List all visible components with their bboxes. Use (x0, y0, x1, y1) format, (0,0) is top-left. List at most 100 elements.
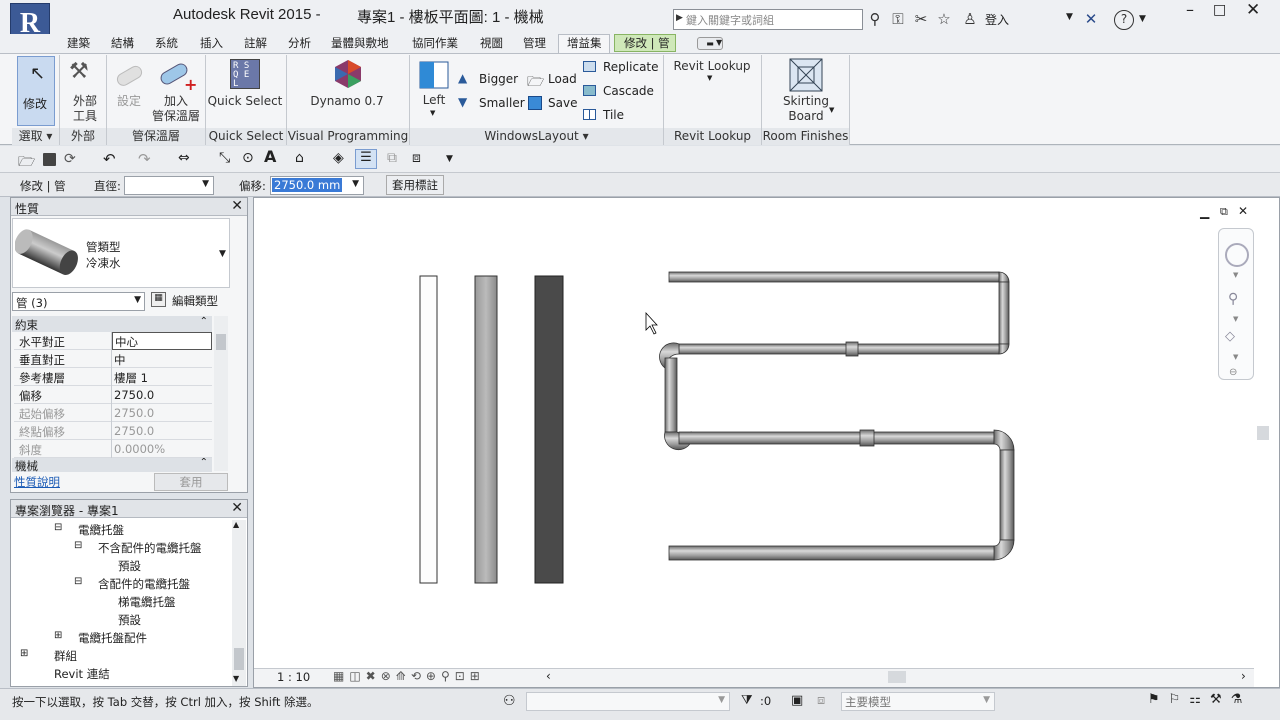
external-tools-button[interactable]: ⚒ 外部 工具 (65, 56, 103, 128)
tab-7[interactable]: 協同作業 (410, 35, 460, 51)
browser-scrollbar[interactable]: ▲ ▼ (232, 520, 246, 686)
tab-8[interactable]: 視圖 (478, 35, 505, 51)
exchange-apps-icon[interactable]: ✕ (1082, 10, 1100, 28)
tab-5[interactable]: 分析 (286, 35, 313, 51)
customize-qat-icon[interactable]: ▼ (446, 154, 453, 164)
maximize-window-icon[interactable]: □ (1213, 2, 1226, 18)
pipe-dark[interactable] (534, 275, 564, 584)
tab-2[interactable]: 系統 (153, 35, 180, 51)
quick-select-button[interactable]: R SQ EL Quick Select (207, 56, 283, 128)
property-row[interactable]: 水平對正 中心 (14, 332, 212, 350)
tab-4[interactable]: 註解 (242, 35, 269, 51)
section-icon[interactable]: ◈ (333, 150, 344, 166)
smaller-button[interactable]: ▼ Smaller (457, 95, 525, 111)
ribbon-toggle-dropdown-icon[interactable]: ▼ (716, 38, 722, 47)
3d-view-icon[interactable]: ⌂ (295, 150, 304, 166)
tab-6[interactable]: 量體與敷地 (329, 35, 391, 51)
tag-icon[interactable]: ⊙ (242, 150, 254, 166)
tab-0[interactable]: 建築 (65, 35, 92, 51)
revit-lookup-button[interactable]: Revit Lookup ▼ (665, 56, 759, 96)
property-row[interactable]: 偏移 2750.0 (14, 386, 212, 404)
instance-filter-select[interactable]: 管 (3) ▼ (12, 292, 145, 311)
tree-expander-icon[interactable]: ⊞ (20, 648, 28, 659)
edit-type-button[interactable]: ▦ 編輯類型 (151, 292, 231, 311)
layout-left-button[interactable]: Left ▼ (416, 57, 452, 123)
pipe-white[interactable] (419, 275, 438, 584)
property-value[interactable]: 中心 (112, 332, 212, 350)
subscription-icon[interactable]: ⚿ (889, 10, 907, 28)
property-value[interactable]: 2750.0 (114, 424, 154, 438)
tile-button[interactable]: Tile (582, 107, 632, 123)
load-layout-button[interactable]: 🗁 Load (527, 71, 579, 90)
browser-scroll-down-icon[interactable]: ▼ (233, 674, 239, 683)
tab-10[interactable]: 增益集 (565, 35, 604, 51)
property-row[interactable]: 終點偏移 2750.0 (14, 422, 212, 440)
property-row[interactable]: 斜度 0.0000% (14, 440, 212, 458)
property-value[interactable]: 2750.0 (114, 388, 154, 402)
property-row[interactable]: 起始偏移 2750.0 (14, 404, 212, 422)
tree-expander-icon[interactable]: ⊟ (74, 576, 82, 587)
browser-tree-item[interactable]: 群組 (54, 648, 77, 664)
group-constraints-header[interactable]: 約束 ⌃ (12, 316, 212, 332)
add-insulation-button[interactable]: + 加入 管保溫層 (150, 56, 202, 128)
panel-label-select[interactable]: 選取 ▾ (12, 128, 59, 145)
search-input[interactable]: ▶ 鍵入關鍵字或詞組 (673, 9, 863, 30)
save-icon[interactable] (43, 153, 56, 166)
tab-11[interactable]: 修改 | 管 (622, 35, 672, 51)
binoculars-icon[interactable]: ⚲ (866, 10, 884, 28)
type-selector[interactable]: 管類型 冷凍水 ▼ (12, 218, 230, 288)
undo-icon[interactable]: ↶ (103, 150, 116, 168)
close-properties-icon[interactable]: ✕ (231, 198, 243, 214)
bigger-button[interactable]: ▲ Bigger (457, 71, 519, 87)
close-browser-icon[interactable]: ✕ (231, 500, 243, 516)
browser-scroll-thumb[interactable] (234, 648, 244, 670)
cascade-button[interactable]: Cascade (582, 83, 654, 99)
browser-tree-item[interactable]: 預設 (118, 558, 141, 574)
browser-tree-item[interactable]: 梯電纜托盤 (118, 594, 176, 610)
property-value[interactable]: 樓層 1 (114, 370, 148, 386)
browser-tree-item[interactable]: 不含配件的電纜托盤 (98, 540, 202, 556)
property-row[interactable]: 垂直對正 中 (14, 350, 212, 368)
thin-lines-icon[interactable]: ☰ (355, 149, 377, 169)
open-icon[interactable]: 🗁 (18, 151, 35, 175)
modify-button[interactable]: ↖ 修改 (17, 56, 55, 126)
properties-scrollbar[interactable] (214, 316, 228, 471)
property-value[interactable]: 0.0000% (114, 442, 165, 456)
property-value[interactable]: 中 (114, 352, 126, 368)
view-horizontal-scroll-thumb[interactable] (888, 671, 906, 683)
apply-tag-button[interactable]: 套用標註 (386, 175, 444, 195)
communication-icon[interactable]: ✂ (912, 10, 930, 28)
tree-expander-icon[interactable]: ⊟ (54, 522, 62, 533)
aligned-dimension-icon[interactable]: ⤡ (219, 150, 230, 166)
browser-tree-item[interactable]: 含配件的電纜托盤 (98, 576, 190, 592)
design-option-select[interactable]: 主要模型 ▼ (841, 692, 995, 711)
scroll-right-icon[interactable]: › (1241, 669, 1246, 683)
browser-tree-item[interactable]: 電纜托盤配件 (78, 630, 147, 646)
panel-label-windows-layout[interactable]: WindowsLayout ▾ (410, 128, 663, 145)
browser-tree-item[interactable]: 電纜托盤 (78, 522, 124, 538)
tab-1[interactable]: 結構 (109, 35, 136, 51)
dynamo-button[interactable]: Dynamo 0.7 (288, 56, 406, 128)
skirting-board-button[interactable]: Skirting Board ▼ (775, 56, 837, 126)
editable-only-icon[interactable]: ▣ (791, 693, 803, 708)
group-mechanical-header[interactable]: 機械 ⌃ (12, 458, 212, 472)
selection-settings-icons[interactable]: ⚑⚐⚏⚒⚗ (1148, 692, 1251, 707)
help-dropdown-icon[interactable]: ▼ (1139, 14, 1146, 24)
properties-help-link[interactable]: 性質說明 (14, 474, 60, 490)
browser-tree-item[interactable]: 預設 (118, 612, 141, 628)
favorites-star-icon[interactable]: ☆ (935, 10, 953, 28)
search-expand-icon[interactable]: ▶ (676, 13, 683, 23)
scroll-left-icon[interactable]: ‹ (546, 669, 551, 683)
design-options-icon[interactable]: ⧈ (817, 693, 825, 708)
view-vertical-scroll-thumb[interactable] (1257, 426, 1269, 440)
browser-scroll-up-icon[interactable]: ▲ (233, 520, 239, 529)
property-row[interactable]: 參考樓層 樓層 1 (14, 368, 212, 386)
sign-in-dropdown-icon[interactable]: ▼ (1066, 12, 1073, 22)
browser-tree-item[interactable]: Revit 連結 (54, 666, 110, 682)
tab-9[interactable]: 管理 (521, 35, 548, 51)
tree-expander-icon[interactable]: ⊞ (54, 630, 62, 641)
replicate-button[interactable]: Replicate (582, 59, 660, 75)
sync-icon[interactable]: ⟳ (64, 151, 76, 167)
view-control-icons[interactable]: ▦◫✖⊗⟰⟲⊕⚲⊡⊞ (333, 669, 485, 683)
user-icon[interactable]: ♙ (961, 10, 979, 28)
